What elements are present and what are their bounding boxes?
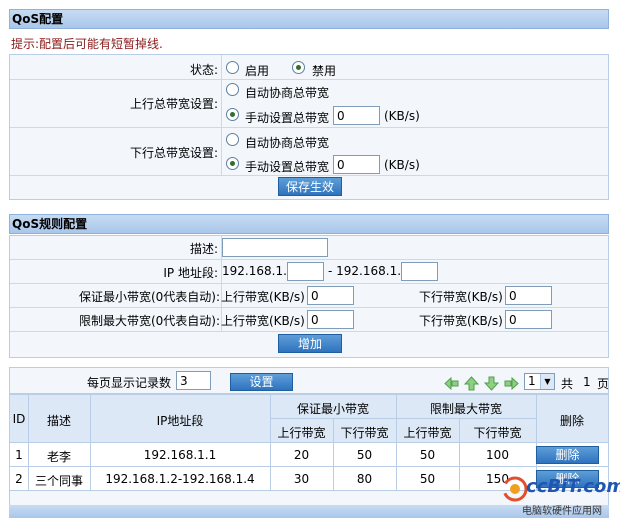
add-button[interactable]: 增加 [278,334,342,353]
down-auto-radio[interactable] [226,133,239,146]
up-bandwidth-input[interactable] [333,106,380,125]
max-bandwidth-label: 限制最大带宽(0代表自动): [78,314,220,328]
total-suffix: 页 [597,377,610,391]
col-max: 限制最大带宽 [429,402,502,416]
up-auto-label: 自动协商总带宽 [245,86,330,100]
up-auto-radio[interactable] [226,83,239,96]
row-min-down: 80 [356,472,373,486]
row-min-down: 50 [356,448,373,462]
col-ip: IP地址段 [156,414,204,428]
down-auto-label: 自动协商总带宽 [245,136,330,150]
min-bandwidth-label: 保证最小带宽(0代表自动): [78,290,220,304]
desc-input[interactable] [222,238,328,257]
col-min: 保证最小带宽 [296,402,369,416]
down-bandwidth-input[interactable] [333,155,380,174]
delete-button[interactable]: 删除 [536,446,599,464]
col-id: ID [12,412,26,426]
next-page-icon[interactable] [484,376,499,391]
up-unit: (KB/s) [384,109,420,123]
max-down-label: 下行带宽(KB/s) [419,314,503,328]
col-delete: 删除 [559,414,584,428]
total-pages: 1 [583,375,591,389]
row-max-down: 100 [486,448,509,462]
page-select[interactable]: 1 ▼ [524,373,555,390]
prev-page-icon[interactable] [464,376,479,391]
ip-separator: - 192.168.1. [328,264,402,278]
ip-prefix-start: 192.168.1. [222,264,287,278]
row-desc: 三个同事 [34,474,83,488]
ip-end-input[interactable] [401,262,438,281]
watermark-text: 电脑软硬件应用网 [522,506,602,517]
status-disable-radio[interactable] [292,61,305,74]
row-min-up: 30 [293,472,310,486]
down-manual-radio[interactable] [226,157,239,170]
per-page-input[interactable] [176,371,211,390]
row-ip: 192.168.1.2-192.168.1.4 [105,472,255,486]
qos-header: QoS配置 [9,9,609,29]
row-id: 2 [15,472,23,486]
min-down-input[interactable] [505,286,552,305]
up-manual-label: 手动设置总带宽 [245,111,330,125]
per-page-label: 每页显示记录数 [87,376,172,390]
desc-label: 描述: [189,242,218,256]
row-ip: 192.168.1.1 [143,448,217,462]
min-up-label: 上行带宽(KB/s) [221,290,305,304]
row-desc: 老李 [46,450,71,464]
min-down-label: 下行带宽(KB/s) [419,290,503,304]
status-label: 状态: [189,63,218,77]
rules-title: QoS规则配置 [12,217,88,231]
page-select-value: 1 [528,374,536,388]
down-manual-label: 手动设置总带宽 [245,160,330,174]
status-disable-label: 禁用 [312,64,337,78]
row-max-up: 50 [419,472,436,486]
up-bandwidth-label: 上行总带宽设置: [129,97,218,111]
row-id: 1 [15,448,23,462]
max-down-input[interactable] [505,310,552,329]
col-max-up: 上行带宽 [403,426,452,440]
max-up-label: 上行带宽(KB/s) [221,314,305,328]
watermark-logo: ccBiT.com 电脑软硬件应用网 [500,470,620,517]
status-enable-radio[interactable] [226,61,239,74]
down-bandwidth-label: 下行总带宽设置: [129,146,218,160]
col-max-down: 下行带宽 [473,426,522,440]
last-page-icon[interactable] [504,376,519,391]
col-min-up: 上行带宽 [277,426,326,440]
row-min-up: 20 [293,448,310,462]
rules-header: QoS规则配置 [9,214,609,234]
qos-title: QoS配置 [12,12,64,26]
watermark-logo-text: ccBiT.com [526,476,620,497]
min-up-input[interactable] [307,286,354,305]
qos-hint: 提示:配置后可能有短暂掉线. [11,37,163,51]
set-button[interactable]: 设置 [230,373,293,391]
down-unit: (KB/s) [384,158,420,172]
col-min-down: 下行带宽 [340,426,389,440]
col-desc: 描述 [46,414,71,428]
divider [221,55,222,176]
chevron-down-icon: ▼ [540,374,554,389]
total-prefix: 共 [561,377,574,391]
ip-label: IP 地址段: [163,266,218,280]
max-up-input[interactable] [307,310,354,329]
status-enable-label: 启用 [245,64,270,78]
row-max-up: 50 [419,448,436,462]
ip-start-input[interactable] [287,262,324,281]
up-manual-radio[interactable] [226,108,239,121]
first-page-icon[interactable] [444,376,459,391]
save-button[interactable]: 保存生效 [278,177,342,196]
